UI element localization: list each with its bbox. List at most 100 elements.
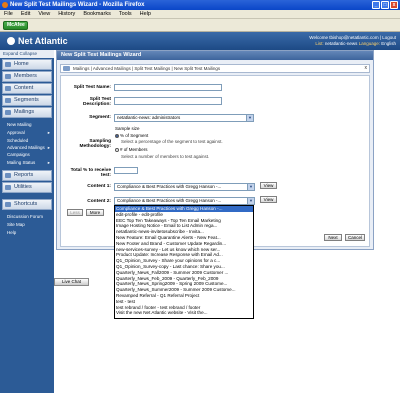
window-titlebar: New Split Test Mailings Wizard - Mozilla… xyxy=(0,0,400,10)
net-atlantic-logo[interactable]: Net Atlantic xyxy=(7,36,68,46)
list-value[interactable]: netatlantic-news xyxy=(325,41,358,46)
live-chat-button[interactable]: Live Chat xyxy=(54,278,90,286)
radio-members-option[interactable]: # of Members xyxy=(115,147,148,152)
breadcrumb-text[interactable]: Mailings | Advanced Mailings | Split Tes… xyxy=(73,66,220,71)
content-2-view-button[interactable]: View xyxy=(260,196,277,203)
shortcuts-submenu: Discussion Forum Site Map Help xyxy=(0,211,54,239)
subnav-label: Advanced Mailings xyxy=(7,145,45,150)
logo-globe-icon xyxy=(7,37,15,45)
content-1-view-button[interactable]: View xyxy=(260,182,277,189)
language-value[interactable]: English xyxy=(381,41,396,46)
minimize-button[interactable]: _ xyxy=(372,1,380,9)
chevron-down-icon: ▼ xyxy=(246,115,253,121)
close-window-button[interactable]: x xyxy=(390,1,398,9)
sample-size-label: Sample size xyxy=(115,126,140,131)
mcafee-button[interactable]: McAfee xyxy=(3,21,28,30)
radio-percent[interactable] xyxy=(115,133,119,138)
welcome-area: Welcome tbishop@netatlantic.com | Logout… xyxy=(309,35,396,47)
menu-edit[interactable]: Edit xyxy=(21,10,30,18)
sidebar-item-utilities[interactable]: Utilities xyxy=(2,182,52,193)
radio-percent-label: % of Segment xyxy=(120,133,149,138)
split-test-description-input[interactable] xyxy=(114,97,222,105)
content-1-select[interactable]: Compliance & Best Practices with Gregg H… xyxy=(114,183,255,191)
sampling-methodology-label: Sampling Methodology: xyxy=(79,139,111,149)
dropdown-option[interactable]: Visit the new Net Atlantic website - Vis… xyxy=(115,310,253,316)
segment-label: Segment: xyxy=(89,115,111,120)
chevron-down-icon: ▼ xyxy=(247,198,254,204)
split-test-description-label: Split Test Description: xyxy=(83,97,111,107)
expand-link[interactable]: Expand xyxy=(3,51,18,56)
logo-text: Net Atlantic xyxy=(18,36,68,46)
mailings-icon xyxy=(5,110,11,115)
next-button[interactable]: Next xyxy=(324,234,342,241)
maximize-button[interactable]: □ xyxy=(381,1,389,9)
shortcut-help[interactable]: Help xyxy=(7,229,54,237)
wizard-tab-title[interactable]: New Split Test Mailings Wizard xyxy=(57,51,373,60)
mailings-icon xyxy=(63,66,70,71)
segment-select[interactable]: netatlantic-news: administrators ▼ xyxy=(114,114,254,122)
radio-members-label: # of Members xyxy=(120,147,148,152)
app-header: Net Atlantic Welcome tbishop@netatlantic… xyxy=(0,32,400,50)
subnav-label: Mailing Status xyxy=(7,160,36,165)
subnav-new-mailing[interactable]: New Mailing xyxy=(7,121,54,129)
sidebar-item-reports[interactable]: Reports xyxy=(2,170,52,181)
breadcrumb: Mailings | Advanced Mailings | Split Tes… xyxy=(60,64,370,73)
utilities-icon xyxy=(5,185,11,190)
menu-tools[interactable]: Tools xyxy=(119,10,132,18)
content-1-value: Compliance & Best Practices with Gregg H… xyxy=(117,184,222,189)
expand-collapse-toggle: Expand Collapse xyxy=(0,50,54,58)
language-label: Language: xyxy=(358,41,380,46)
menu-bookmarks[interactable]: Bookmarks xyxy=(83,10,111,18)
subnav-mailing-status[interactable]: Mailing Status ▸ xyxy=(7,159,54,167)
segments-icon xyxy=(5,98,11,103)
shortcuts-icon xyxy=(5,202,11,207)
sidebar-item-shortcuts[interactable]: Shortcuts xyxy=(2,199,52,210)
close-icon[interactable]: x xyxy=(365,65,368,72)
shortcut-site-map[interactable]: Site Map xyxy=(7,221,54,229)
sidebar-item-label: Home xyxy=(14,61,29,67)
more-button[interactable]: More xyxy=(86,209,104,216)
menu-file[interactable]: File xyxy=(4,10,13,18)
home-icon xyxy=(5,62,11,67)
sidebar-item-mailings[interactable]: Mailings xyxy=(2,107,52,118)
menu-help[interactable]: Help xyxy=(140,10,151,18)
subnav-approval[interactable]: Approval ▸ xyxy=(7,129,54,137)
chevron-right-icon: ▸ xyxy=(47,130,50,135)
content-2-dropdown-list: Compliance & Best Practices with Gregg H… xyxy=(114,205,254,319)
shortcut-discussion-forum[interactable]: Discussion Forum xyxy=(7,213,54,221)
sidebar-item-members[interactable]: Members xyxy=(2,71,52,82)
subnav-campaigns[interactable]: Campaigns xyxy=(7,151,54,159)
menu-history[interactable]: History xyxy=(58,10,75,18)
firefox-icon xyxy=(2,2,8,8)
total-percent-input[interactable] xyxy=(114,167,138,174)
subnav-label: Campaigns xyxy=(7,152,30,157)
sidebar-item-home[interactable]: Home xyxy=(2,59,52,70)
content-2-label: Content 2: xyxy=(87,199,111,204)
chevron-down-icon: ▼ xyxy=(247,184,254,190)
radio-members-help: Select a number of members to test again… xyxy=(121,154,210,159)
collapse-link[interactable]: Collapse xyxy=(20,51,38,56)
radio-percent-help: Select a percentage of the segment to te… xyxy=(121,139,223,144)
subnav-label: Approval xyxy=(7,130,25,135)
content-2-select[interactable]: Compliance & Best Practices with Gregg H… xyxy=(114,197,255,205)
subnav-scheduled[interactable]: Scheduled xyxy=(7,137,54,145)
sidebar-item-segments[interactable]: Segments xyxy=(2,95,52,106)
sidebar-item-label: Reports xyxy=(14,172,34,178)
less-button[interactable]: Less xyxy=(67,209,83,216)
radio-members[interactable] xyxy=(115,147,119,152)
chevron-right-icon: ▸ xyxy=(47,160,50,165)
split-test-name-input[interactable] xyxy=(114,84,222,91)
sidebar: Expand Collapse Home Members Content Seg… xyxy=(0,50,54,393)
list-label: List: xyxy=(315,41,324,46)
sidebar-item-content[interactable]: Content xyxy=(2,83,52,94)
menu-view[interactable]: View xyxy=(38,10,50,18)
content-1-label: Content 1: xyxy=(87,184,111,189)
content-2-value: Compliance & Best Practices with Gregg H… xyxy=(117,198,222,203)
content-icon xyxy=(5,86,11,91)
subnav-label: New Mailing xyxy=(7,122,32,127)
subnav-label: Scheduled xyxy=(7,138,29,143)
window-title: New Split Test Mailings Wizard - Mozilla… xyxy=(10,2,145,8)
sidebar-item-label: Members xyxy=(14,73,37,79)
radio-percent-option[interactable]: % of Segment xyxy=(115,133,148,138)
cancel-button[interactable]: Cancel xyxy=(345,234,365,241)
